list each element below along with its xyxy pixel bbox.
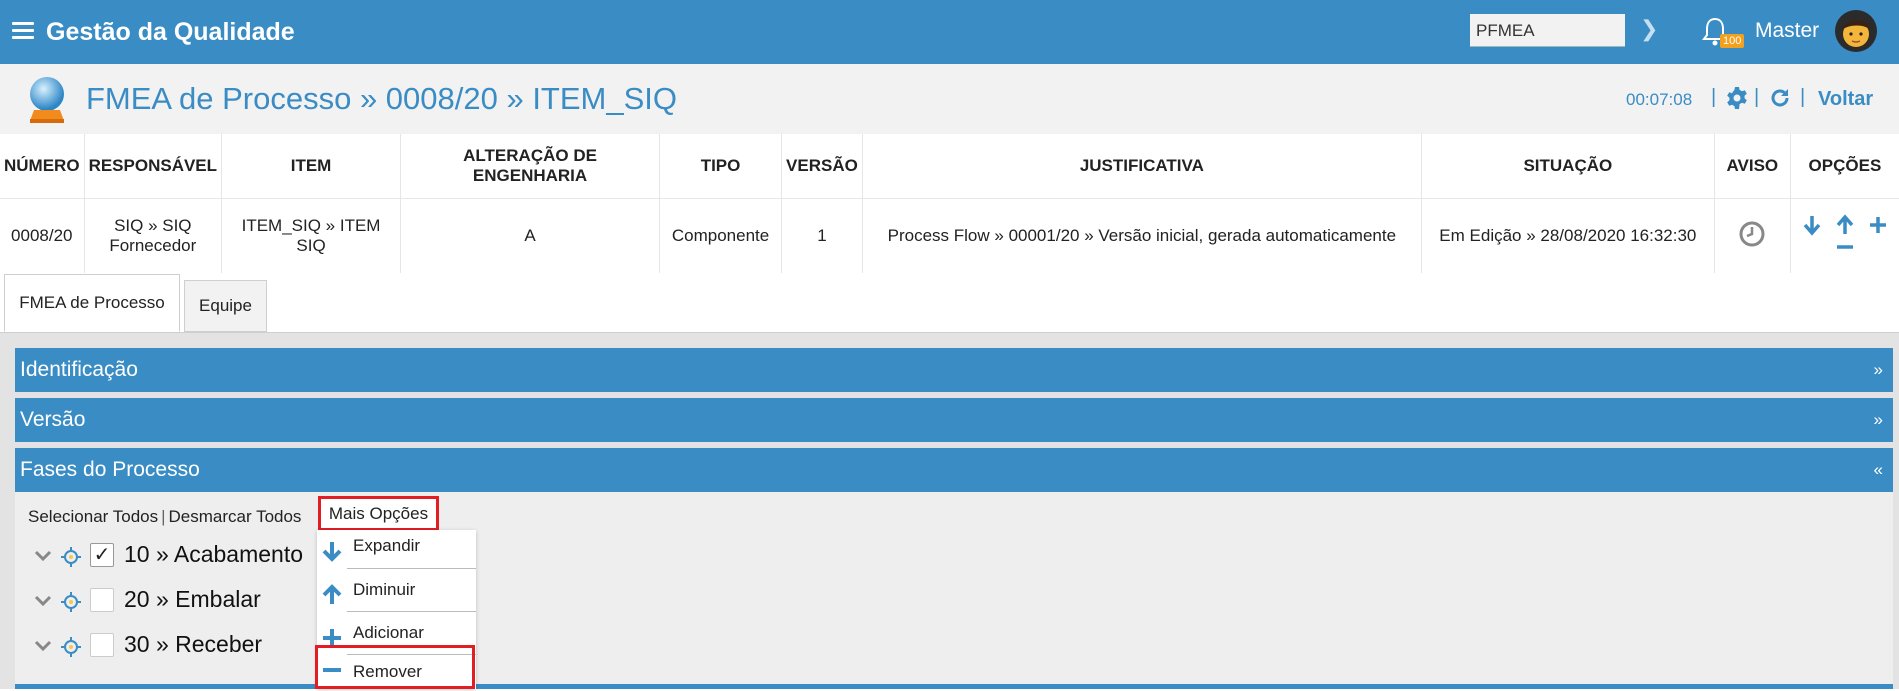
menu-icon[interactable] bbox=[12, 22, 34, 40]
chevron-right-icon: » bbox=[1873, 360, 1883, 379]
column-header: ITEM bbox=[221, 134, 402, 199]
avatar[interactable] bbox=[1835, 10, 1877, 52]
crystal-ball-icon bbox=[30, 77, 64, 123]
menu-item-label: Expandir bbox=[353, 536, 421, 555]
menu-item-diminuir[interactable]: Diminuir bbox=[317, 574, 476, 616]
minus-icon[interactable] bbox=[1835, 236, 1855, 258]
chevron-down-icon[interactable] bbox=[34, 595, 52, 607]
section-title: Fases do Processo bbox=[20, 458, 200, 481]
chevron-left-icon: « bbox=[1873, 460, 1883, 479]
refresh-icon[interactable] bbox=[1768, 86, 1792, 110]
cell-situacao: Em Edição » 28/08/2020 16:32:30 bbox=[1421, 198, 1715, 273]
checkbox[interactable] bbox=[90, 588, 114, 612]
tree-actions: Selecionar Todos | Desmarcar Todos bbox=[28, 507, 301, 527]
menu-item-label: Diminuir bbox=[353, 580, 416, 599]
app-title: Gestão da Qualidade bbox=[46, 18, 295, 46]
search-input[interactable]: PFMEA bbox=[1470, 14, 1625, 47]
tab-equipe[interactable]: Equipe bbox=[184, 280, 267, 332]
cell-versao: 1 bbox=[781, 198, 863, 273]
plus-icon[interactable] bbox=[1868, 214, 1888, 236]
menu-item-expandir[interactable]: Expandir bbox=[317, 530, 476, 572]
crosshair-icon bbox=[61, 637, 81, 657]
chevron-down-icon[interactable] bbox=[34, 550, 52, 562]
top-bar: Gestão da Qualidade PFMEA ❯ 100 Master bbox=[0, 0, 1899, 64]
fmea-info-table: NÚMERO RESPONSÁVEL ITEM ALTERAÇÃO DE ENG… bbox=[0, 134, 1899, 273]
column-header: AVISO bbox=[1714, 134, 1791, 199]
divider bbox=[347, 611, 476, 612]
tree-item-label: 30 » Receber bbox=[124, 631, 263, 657]
chevron-right-icon[interactable]: ❯ bbox=[1640, 16, 1658, 42]
cell-opcoes bbox=[1790, 199, 1899, 274]
table-row: 0008/20 SIQ » SIQ Fornecedor ITEM_SIQ » … bbox=[0, 198, 1899, 274]
arrow-up-icon bbox=[322, 584, 342, 604]
arrow-down-icon bbox=[322, 542, 342, 562]
cell-responsavel: SIQ » SIQ Fornecedor bbox=[84, 198, 223, 273]
session-timer: 00:07:08 bbox=[1626, 90, 1693, 109]
page-title: FMEA de Processo » 0008/20 » ITEM_SIQ bbox=[86, 81, 678, 116]
notification-badge: 100 bbox=[1720, 34, 1745, 48]
column-header: NÚMERO bbox=[0, 134, 85, 199]
section-title: Versão bbox=[20, 408, 86, 431]
column-header: TIPO bbox=[659, 134, 783, 199]
crosshair-icon bbox=[61, 592, 81, 612]
select-all-link[interactable]: Selecionar Todos bbox=[28, 507, 158, 526]
column-header: OPÇÕES bbox=[1790, 134, 1899, 199]
checkbox[interactable] bbox=[90, 633, 114, 657]
tab-bar: FMEA de Processo Equipe bbox=[0, 272, 1899, 333]
gear-icon[interactable] bbox=[1725, 86, 1749, 110]
cell-numero: 0008/20 bbox=[0, 198, 85, 273]
column-header: JUSTIFICATIVA bbox=[862, 134, 1422, 199]
arrow-down-icon[interactable] bbox=[1802, 214, 1822, 236]
column-header: VERSÃO bbox=[781, 134, 863, 199]
title-bar: FMEA de Processo » 0008/20 » ITEM_SIQ 00… bbox=[0, 64, 1899, 134]
cell-tipo: Componente bbox=[659, 198, 783, 273]
cell-alteracao: A bbox=[400, 198, 661, 273]
tree-item-label: 20 » Embalar bbox=[124, 586, 261, 612]
clock-icon[interactable] bbox=[1738, 220, 1766, 248]
column-header: ALTERAÇÃO DE ENGENHARIA bbox=[400, 134, 661, 199]
checkbox[interactable]: ✓ bbox=[90, 543, 114, 567]
divider: | bbox=[1800, 86, 1806, 108]
divider: | bbox=[1711, 86, 1717, 108]
section-strip bbox=[15, 684, 1893, 689]
tree-item-label: 10 » Acabamento bbox=[124, 541, 304, 567]
section-title: Identificação bbox=[20, 358, 138, 381]
more-options-button[interactable]: Mais Opções bbox=[318, 496, 439, 531]
section-versao[interactable]: Versão » bbox=[15, 398, 1893, 442]
crosshair-icon bbox=[61, 547, 81, 567]
section-fases-processo[interactable]: Fases do Processo « bbox=[15, 448, 1893, 492]
cell-aviso bbox=[1714, 198, 1791, 273]
highlight-box bbox=[315, 645, 475, 689]
back-link[interactable]: Voltar bbox=[1818, 88, 1873, 111]
section-identificacao[interactable]: Identificação » bbox=[15, 348, 1893, 392]
column-header: RESPONSÁVEL bbox=[84, 134, 223, 199]
divider bbox=[347, 568, 476, 569]
divider: | bbox=[1754, 86, 1760, 108]
user-name[interactable]: Master bbox=[1755, 19, 1819, 43]
chevron-down-icon[interactable] bbox=[34, 640, 52, 652]
deselect-all-link[interactable]: Desmarcar Todos bbox=[169, 507, 302, 526]
menu-item-label: Adicionar bbox=[353, 623, 424, 642]
arrow-up-icon[interactable] bbox=[1835, 214, 1855, 236]
cell-item: ITEM_SIQ » ITEM SIQ bbox=[221, 198, 402, 273]
chevron-right-icon: » bbox=[1873, 410, 1883, 429]
tab-fmea-processo[interactable]: FMEA de Processo bbox=[4, 274, 180, 332]
divider: | bbox=[161, 507, 166, 526]
column-header: SITUAÇÃO bbox=[1421, 134, 1715, 199]
cell-justificativa: Process Flow » 00001/20 » Versão inicial… bbox=[862, 198, 1422, 273]
